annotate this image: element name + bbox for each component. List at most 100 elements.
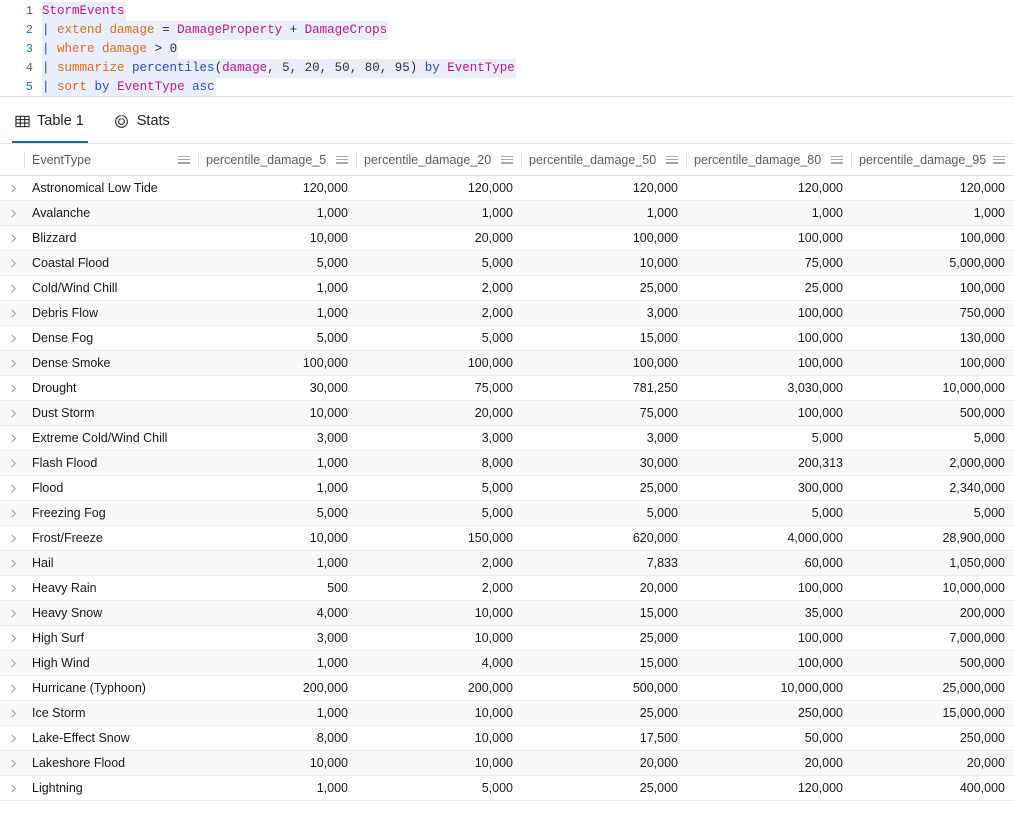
cell-value[interactable]: 100,000 (686, 650, 851, 676)
chevron-right-icon[interactable] (0, 775, 24, 801)
cell-value[interactable]: 10,000 (521, 250, 686, 276)
chevron-right-icon[interactable] (0, 475, 24, 501)
cell-value[interactable]: 5,000 (356, 775, 521, 801)
cell-value[interactable]: 200,000 (198, 675, 356, 701)
table-row[interactable]: Heavy Snow 4,000 10,000 15,000 35,000 200,000 (0, 600, 1013, 626)
cell-value[interactable]: 250,000 (851, 725, 1013, 751)
cell-value[interactable]: 120,000 (851, 175, 1013, 201)
cell-value[interactable]: 781,250 (521, 375, 686, 401)
cell-value[interactable]: 300,000 (686, 475, 851, 501)
chevron-right-icon[interactable] (0, 675, 24, 701)
chevron-right-icon[interactable] (0, 400, 24, 426)
cell-event-type[interactable]: Freezing Fog (24, 500, 198, 526)
cell-value[interactable]: 100,000 (686, 400, 851, 426)
cell-value[interactable]: 10,000 (356, 600, 521, 626)
chevron-right-icon[interactable] (0, 425, 24, 451)
table-row[interactable]: Ice Storm 1,000 10,000 25,000 250,000 15,000,… (0, 700, 1013, 726)
cell-value[interactable]: 60,000 (686, 550, 851, 576)
cell-event-type[interactable]: Cold/Wind Chill (24, 275, 198, 301)
cell-value[interactable]: 2,340,000 (851, 475, 1013, 501)
code-line[interactable]: 1 StormEvents (0, 2, 1013, 21)
table-row[interactable]: Flash Flood 1,000 8,000 30,000 200,313 2,000,… (0, 450, 1013, 476)
chevron-right-icon[interactable] (0, 575, 24, 601)
cell-value[interactable]: 5,000 (521, 500, 686, 526)
chevron-right-icon[interactable] (0, 750, 24, 776)
table-row[interactable]: Frost/Freeze 10,000 150,000 620,000 4,000,00… (0, 525, 1013, 551)
cell-value[interactable]: 10,000,000 (851, 575, 1013, 601)
cell-value[interactable]: 120,000 (521, 175, 686, 201)
cell-value[interactable]: 20,000 (521, 750, 686, 776)
cell-value[interactable]: 25,000 (686, 275, 851, 301)
cell-value[interactable]: 500 (198, 575, 356, 601)
cell-value[interactable]: 200,000 (851, 600, 1013, 626)
cell-value[interactable]: 100,000 (686, 350, 851, 376)
cell-value[interactable]: 25,000 (521, 475, 686, 501)
cell-value[interactable]: 150,000 (356, 525, 521, 551)
cell-value[interactable]: 35,000 (686, 600, 851, 626)
cell-value[interactable]: 7,833 (521, 550, 686, 576)
cell-value[interactable]: 25,000 (521, 275, 686, 301)
cell-value[interactable]: 100,000 (356, 350, 521, 376)
cell-value[interactable]: 500,000 (851, 400, 1013, 426)
table-row[interactable]: Coastal Flood 5,000 5,000 10,000 75,000 5,000… (0, 250, 1013, 276)
cell-value[interactable]: 200,000 (356, 675, 521, 701)
chevron-right-icon[interactable] (0, 225, 24, 251)
hamburger-menu-icon[interactable] (831, 154, 843, 166)
cell-value[interactable]: 1,000 (198, 700, 356, 726)
cell-value[interactable]: 400,000 (851, 775, 1013, 801)
code-line-text[interactable]: StormEvents (42, 2, 126, 21)
cell-event-type[interactable]: Heavy Snow (24, 600, 198, 626)
cell-value[interactable]: 10,000 (356, 750, 521, 776)
cell-value[interactable]: 10,000,000 (686, 675, 851, 701)
cell-event-type[interactable]: High Surf (24, 625, 198, 651)
hamburger-menu-icon[interactable] (336, 154, 348, 166)
cell-value[interactable]: 100,000 (198, 350, 356, 376)
query-editor[interactable]: 1 StormEvents 2 | extend damage = DamagePro… (0, 0, 1013, 97)
cell-value[interactable]: 1,000 (198, 550, 356, 576)
cell-event-type[interactable]: Hurricane (Typhoon) (24, 675, 198, 701)
cell-value[interactable]: 2,000 (356, 275, 521, 301)
cell-event-type[interactable]: Hail (24, 550, 198, 576)
cell-value[interactable]: 4,000,000 (686, 525, 851, 551)
cell-value[interactable]: 120,000 (686, 775, 851, 801)
cell-value[interactable]: 100,000 (851, 350, 1013, 376)
cell-value[interactable]: 5,000 (198, 500, 356, 526)
table-row[interactable]: Lake-Effect Snow 8,000 10,000 17,500 50,000 2… (0, 725, 1013, 751)
cell-event-type[interactable]: Lakeshore Flood (24, 750, 198, 776)
cell-value[interactable]: 15,000,000 (851, 700, 1013, 726)
hamburger-menu-icon[interactable] (178, 154, 190, 166)
cell-event-type[interactable]: Extreme Cold/Wind Chill (24, 425, 198, 451)
cell-value[interactable]: 750,000 (851, 300, 1013, 326)
cell-event-type[interactable]: Ice Storm (24, 700, 198, 726)
cell-value[interactable]: 5,000 (198, 325, 356, 351)
cell-value[interactable]: 75,000 (356, 375, 521, 401)
cell-value[interactable]: 28,900,000 (851, 525, 1013, 551)
code-line-text[interactable]: | sort by EventType asc (42, 78, 216, 97)
cell-value[interactable]: 1,000 (198, 450, 356, 476)
cell-value[interactable]: 100,000 (686, 625, 851, 651)
cell-value[interactable]: 5,000 (851, 425, 1013, 451)
cell-value[interactable]: 75,000 (521, 400, 686, 426)
chevron-right-icon[interactable] (0, 375, 24, 401)
table-row[interactable]: Avalanche 1,000 1,000 1,000 1,000 1,000 (0, 200, 1013, 226)
cell-value[interactable]: 15,000 (521, 600, 686, 626)
cell-value[interactable]: 5,000 (686, 500, 851, 526)
table-row[interactable]: Drought 30,000 75,000 781,250 3,030,000 10,00… (0, 375, 1013, 401)
table-row[interactable]: Flood 1,000 5,000 25,000 300,000 2,340,000 (0, 475, 1013, 501)
cell-value[interactable]: 3,000 (198, 425, 356, 451)
cell-value[interactable]: 120,000 (686, 175, 851, 201)
cell-value[interactable]: 130,000 (851, 325, 1013, 351)
cell-event-type[interactable]: Dense Smoke (24, 350, 198, 376)
table-row[interactable]: Blizzard 10,000 20,000 100,000 100,000 100,00… (0, 225, 1013, 251)
cell-value[interactable]: 10,000 (356, 700, 521, 726)
chevron-right-icon[interactable] (0, 325, 24, 351)
cell-event-type[interactable]: Astronomical Low Tide (24, 175, 198, 201)
cell-value[interactable]: 100,000 (686, 300, 851, 326)
cell-event-type[interactable]: Debris Flow (24, 300, 198, 326)
table-row[interactable]: Freezing Fog 5,000 5,000 5,000 5,000 5,000 (0, 500, 1013, 526)
cell-value[interactable]: 1,000 (686, 200, 851, 226)
hamburger-menu-icon[interactable] (666, 154, 678, 166)
cell-value[interactable]: 7,000,000 (851, 625, 1013, 651)
cell-value[interactable]: 1,000 (198, 275, 356, 301)
cell-value[interactable]: 1,000 (521, 200, 686, 226)
